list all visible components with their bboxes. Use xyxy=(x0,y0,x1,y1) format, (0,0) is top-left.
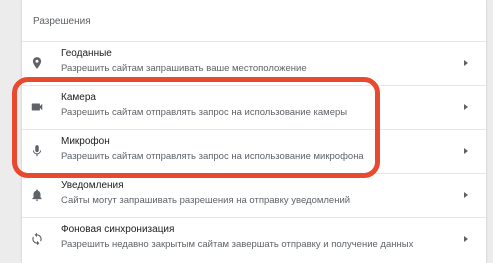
permission-row-location[interactable]: Геоданные Разрешить сайтам запрашивать в… xyxy=(22,41,486,85)
row-description: Разрешить сайтам запрашивать ваше местоп… xyxy=(61,63,307,74)
row-description: Разрешить недавно закрытым сайтам заверш… xyxy=(61,239,414,250)
row-description: Разрешить сайтам отправлять запрос на ис… xyxy=(61,151,364,162)
chevron-right-icon[interactable] xyxy=(462,146,470,156)
sync-icon xyxy=(30,232,44,246)
chevron-right-icon[interactable] xyxy=(462,190,470,200)
row-title: Уведомления xyxy=(61,180,124,191)
chevron-right-icon[interactable] xyxy=(462,234,470,244)
chevron-right-icon[interactable] xyxy=(462,58,470,68)
row-title: Геоданные xyxy=(61,48,112,59)
row-description: Разрешить сайтам отправлять запрос на ис… xyxy=(61,107,348,118)
row-description: Сайты могут запрашивать разрешения на от… xyxy=(61,195,351,206)
permission-row-camera[interactable]: Камера Разрешить сайтам отправлять запро… xyxy=(22,85,486,129)
row-title: Фоновая синхронизация xyxy=(61,224,175,235)
row-title: Микрофон xyxy=(61,136,110,147)
section-title: Разрешения xyxy=(33,16,91,27)
chevron-right-icon[interactable] xyxy=(462,102,470,112)
camera-icon xyxy=(30,100,44,114)
row-title: Камера xyxy=(61,92,96,103)
permission-row-notifications[interactable]: Уведомления Сайты могут запрашивать разр… xyxy=(22,173,486,217)
microphone-icon xyxy=(30,144,44,158)
permission-row-microphone[interactable]: Микрофон Разрешить сайтам отправлять зап… xyxy=(22,129,486,173)
bell-icon xyxy=(30,188,44,202)
location-pin-icon xyxy=(30,56,44,70)
permission-row-background-sync[interactable]: Фоновая синхронизация Разрешить недавно … xyxy=(22,217,486,261)
